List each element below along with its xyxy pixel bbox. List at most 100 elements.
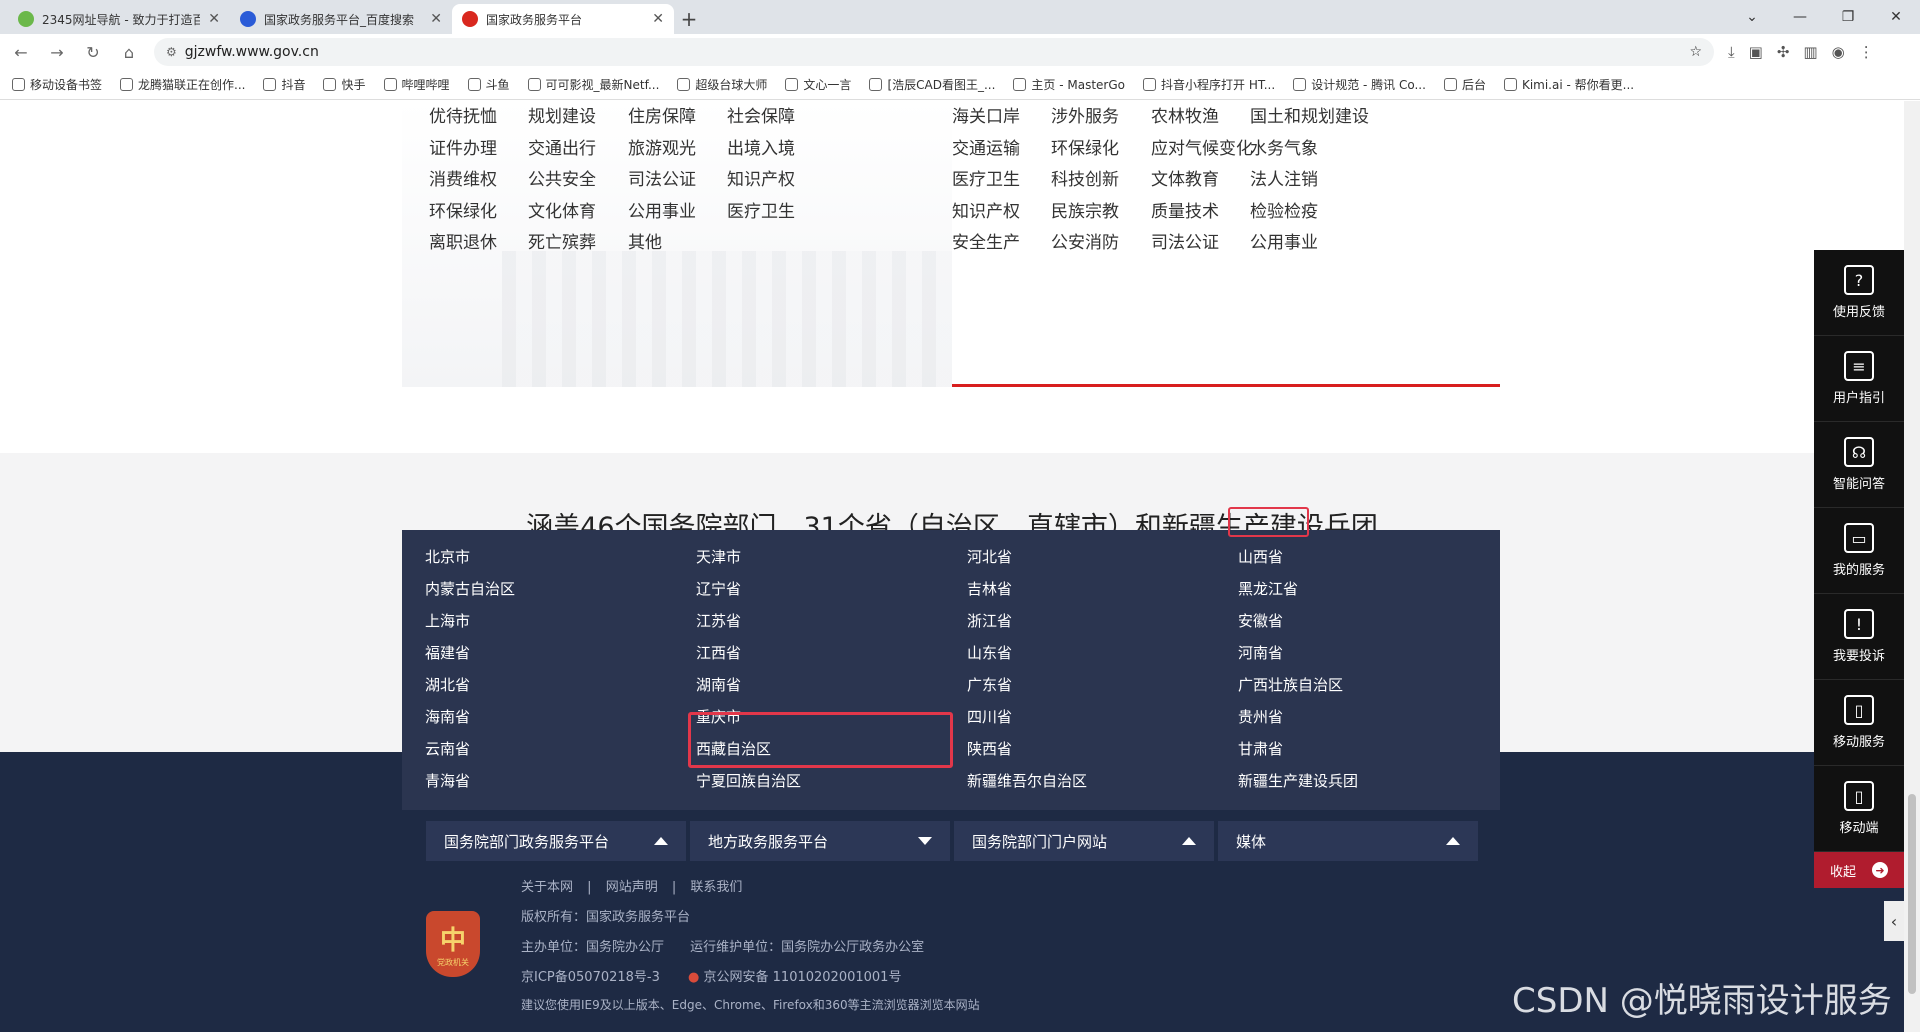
service-category-link[interactable]: 环保绿化 (429, 197, 497, 222)
service-category-link[interactable]: 交通出行 (528, 134, 596, 159)
region-link[interactable]: 河北省 (967, 546, 1012, 567)
region-link[interactable]: 黑龙江省 (1238, 578, 1298, 599)
service-category-link[interactable]: 文体教育 (1151, 165, 1219, 190)
float-bar-item[interactable]: ▯ 移动端 (1814, 766, 1904, 852)
page-scrollbar[interactable] (1904, 101, 1920, 1032)
service-category-link[interactable]: 文化体育 (528, 197, 596, 222)
service-category-link[interactable]: 海关口岸 (952, 102, 1020, 127)
site-info-icon[interactable]: ⚙ (166, 45, 177, 59)
service-category-link[interactable]: 死亡殡葬 (528, 228, 596, 253)
service-category-link[interactable]: 公用事业 (1250, 228, 1318, 253)
new-tab-button[interactable]: + (674, 4, 704, 34)
region-link[interactable]: 浙江省 (967, 610, 1012, 631)
region-link[interactable]: 海南省 (425, 706, 470, 727)
party-government-emblem[interactable]: 中 党政机关 (426, 911, 480, 977)
region-link[interactable]: 四川省 (967, 706, 1012, 727)
reload-icon[interactable]: ↻ (82, 41, 104, 63)
bookmark-item[interactable]: 移动设备书签 (12, 76, 102, 93)
chevron-left-icon[interactable]: ‹ (1884, 901, 1904, 941)
service-category-link[interactable]: 医疗卫生 (952, 165, 1020, 190)
bookmark-item[interactable]: 可可影视_最新Netf... (527, 76, 659, 93)
region-link[interactable]: 辽宁省 (696, 578, 741, 599)
service-category-link[interactable]: 涉外服务 (1051, 102, 1119, 127)
service-category-link[interactable]: 公共安全 (528, 165, 596, 190)
bookmark-item[interactable]: 设计规范 - 腾讯 Co... (1293, 76, 1426, 93)
service-category-link[interactable]: 检验检疫 (1250, 197, 1318, 222)
region-link[interactable]: 贵州省 (1238, 706, 1283, 727)
service-category-link[interactable]: 公安消防 (1051, 228, 1119, 253)
home-icon[interactable]: ⌂ (118, 41, 140, 63)
footer-dropdown-tab[interactable]: 媒体 (1218, 821, 1478, 861)
region-link[interactable]: 新疆维吾尔自治区 (967, 770, 1087, 791)
service-category-link[interactable]: 优待抚恤 (429, 102, 497, 127)
bookmark-item[interactable]: 抖音 (263, 76, 305, 93)
service-category-link[interactable]: 消费维权 (429, 165, 497, 190)
region-link[interactable]: 宁夏回族自治区 (696, 770, 801, 791)
service-category-link[interactable]: 应对气候变化 (1151, 134, 1253, 159)
bookmark-item[interactable]: Kimi.ai - 帮你看更... (1503, 76, 1634, 93)
footer-dropdown-tab[interactable]: 国务院部门门户网站 (954, 821, 1214, 861)
profile-icon[interactable]: ◉ (1832, 43, 1845, 61)
service-category-link[interactable]: 环保绿化 (1051, 134, 1119, 159)
service-category-link[interactable]: 科技创新 (1051, 165, 1119, 190)
region-link[interactable]: 江西省 (696, 642, 741, 663)
footer-dropdown-tab[interactable]: 地方政务服务平台 (690, 821, 950, 861)
service-category-link[interactable]: 国土和规划建设 (1250, 102, 1369, 127)
region-link[interactable]: 北京市 (425, 546, 470, 567)
bookmark-item[interactable]: 抖音小程序打开 HT... (1143, 76, 1275, 93)
police-link[interactable]: 京公网安备 11010202001001号 (704, 970, 902, 985)
region-link[interactable]: 广东省 (967, 674, 1012, 695)
service-category-link[interactable]: 知识产权 (952, 197, 1020, 222)
menu-icon[interactable]: ⋮ (1859, 43, 1874, 61)
star-icon[interactable]: ☆ (1689, 44, 1702, 60)
bookmark-item[interactable]: [浩辰CAD看图王_... (869, 76, 995, 93)
address-bar[interactable]: ⚙ gjzwfw.www.gov.cn ☆ (154, 38, 1714, 66)
extensions-icon[interactable]: ✣ (1777, 43, 1790, 61)
browser-tab-2[interactable]: 国家政务服务平台_百度搜索 ✕ (230, 4, 452, 34)
service-category-link[interactable]: 住房保障 (628, 102, 696, 127)
contact-link[interactable]: 联系我们 (690, 880, 742, 895)
service-category-link[interactable]: 离职退休 (429, 228, 497, 253)
service-category-link[interactable]: 司法公证 (628, 165, 696, 190)
region-link[interactable]: 江苏省 (696, 610, 741, 631)
bookmark-item[interactable]: 龙腾猫联正在创作... (120, 76, 245, 93)
region-link[interactable]: 吉林省 (967, 578, 1012, 599)
region-link[interactable]: 山东省 (967, 642, 1012, 663)
bookmark-item[interactable]: 文心一言 (785, 76, 851, 93)
service-category-link[interactable]: 旅游观光 (628, 134, 696, 159)
region-link[interactable]: 青海省 (425, 770, 470, 791)
service-category-link[interactable]: 知识产权 (727, 165, 795, 190)
close-window-icon[interactable]: ✕ (1872, 0, 1920, 34)
sidepanel-icon[interactable]: ▥ (1803, 43, 1817, 61)
region-link[interactable]: 山西省 (1238, 546, 1283, 567)
minimize-icon[interactable]: — (1776, 0, 1824, 34)
collapse-button[interactable]: 收起 ➜ (1814, 852, 1904, 888)
float-bar-item[interactable]: ▯ 移动服务 (1814, 680, 1904, 766)
service-category-link[interactable]: 司法公证 (1151, 228, 1219, 253)
region-link[interactable]: 湖北省 (425, 674, 470, 695)
region-link[interactable]: 安徽省 (1238, 610, 1283, 631)
service-category-link[interactable]: 交通运输 (952, 134, 1020, 159)
region-link[interactable]: 福建省 (425, 642, 470, 663)
float-bar-item[interactable]: ? 使用反馈 (1814, 250, 1904, 336)
forward-arrow-icon[interactable]: → (46, 41, 68, 63)
region-link[interactable]: 新疆生产建设兵团 (1238, 770, 1358, 791)
region-link[interactable]: 河南省 (1238, 642, 1283, 663)
browser-tab-3[interactable]: 国家政务服务平台 ✕ (452, 4, 674, 34)
statement-link[interactable]: 网站声明 (606, 880, 658, 895)
service-category-link[interactable]: 医疗卫生 (727, 197, 795, 222)
service-category-link[interactable]: 其他 (628, 228, 662, 253)
service-category-link[interactable]: 水务气象 (1250, 134, 1318, 159)
region-link[interactable]: 天津市 (696, 546, 741, 567)
region-link[interactable]: 内蒙古自治区 (425, 578, 515, 599)
region-link[interactable]: 云南省 (425, 738, 470, 759)
bookmark-item[interactable]: 主页 - MasterGo (1013, 76, 1125, 93)
service-category-link[interactable]: 法人注销 (1250, 165, 1318, 190)
about-link[interactable]: 关于本网 (521, 880, 573, 895)
service-category-link[interactable]: 社会保障 (727, 102, 795, 127)
float-bar-item[interactable]: ! 我要投诉 (1814, 594, 1904, 680)
service-category-link[interactable]: 民族宗教 (1051, 197, 1119, 222)
bookmark-item[interactable]: 快手 (323, 76, 366, 93)
region-link[interactable]: 陕西省 (967, 738, 1012, 759)
service-category-link[interactable]: 规划建设 (528, 102, 596, 127)
